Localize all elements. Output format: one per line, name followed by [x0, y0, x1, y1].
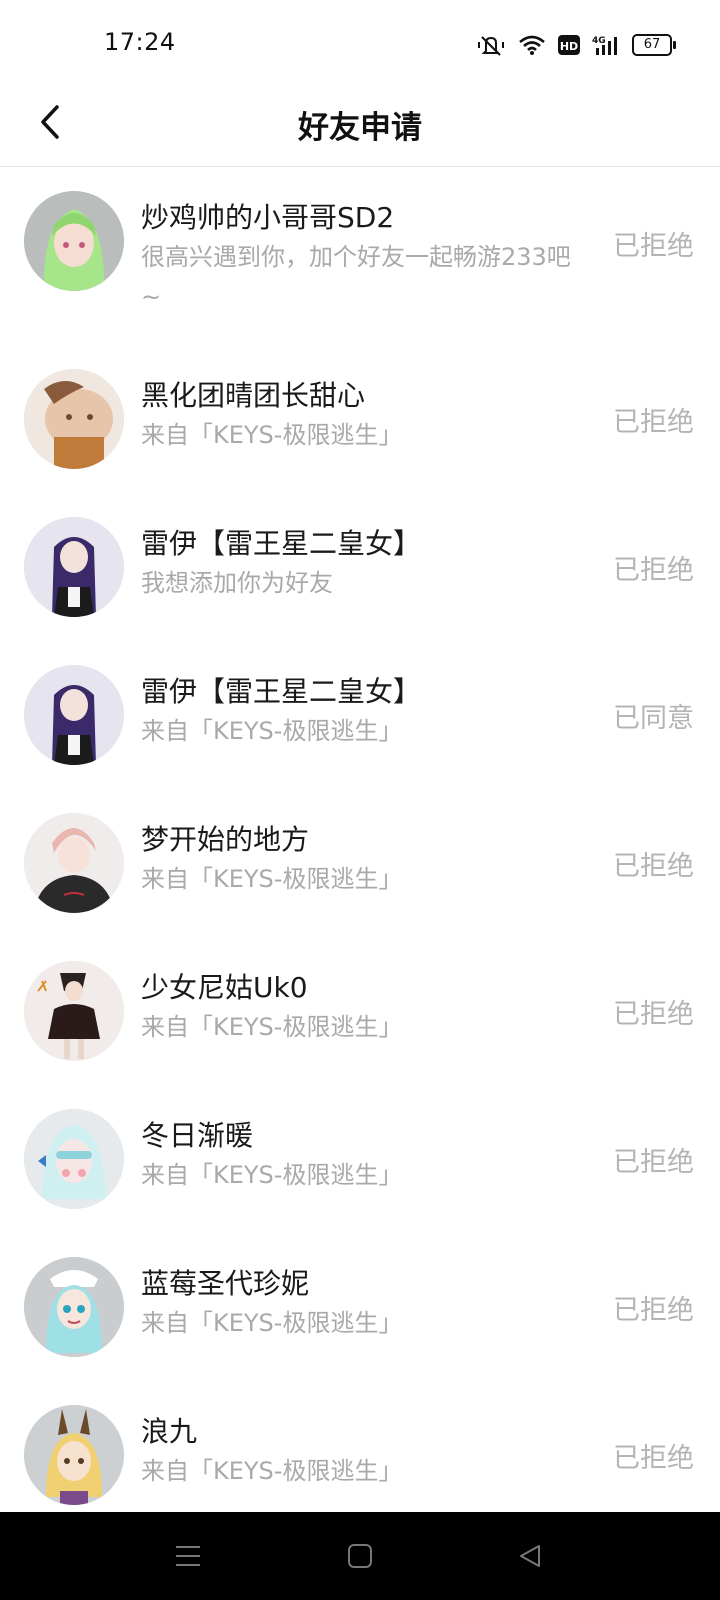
request-row[interactable]: 冬日渐暖 来自「KEYS-极限逃生」 已拒绝 [0, 1085, 720, 1233]
request-name: 雷伊【雷王星二皇女】 [141, 675, 422, 708]
avatar[interactable] [24, 1109, 124, 1209]
request-text: 炒鸡帅的小哥哥SD2 很高兴遇到你，加个好友一起畅游233吧~ [141, 199, 581, 317]
home-button[interactable] [340, 1536, 380, 1576]
request-text: 浪九 来自「KEYS-极限逃生」 [141, 1413, 581, 1491]
request-name: 黑化团晴团长甜心 [141, 379, 366, 412]
request-row[interactable]: 雷伊【雷王星二皇女】 来自「KEYS-极限逃生」 已同意 [0, 641, 720, 789]
hd-icon: HD [558, 35, 580, 55]
avatar[interactable] [24, 1257, 124, 1357]
request-row[interactable]: 黑化团晴团长甜心 来自「KEYS-极限逃生」 已拒绝 [0, 345, 720, 493]
request-message: 来自「KEYS-极限逃生」 [141, 1161, 403, 1189]
request-status: 已拒绝 [613, 999, 694, 1030]
request-name: 雷伊【雷王星二皇女】 [141, 527, 422, 560]
avatar[interactable] [24, 517, 124, 617]
request-name: 梦开始的地方 [141, 823, 310, 856]
status-bar: 17:24 HD 4G 67 [0, 0, 720, 80]
avatar[interactable] [24, 665, 124, 765]
friend-request-list: 炒鸡帅的小哥哥SD2 很高兴遇到你，加个好友一起畅游233吧~ 已拒绝 黑化团晴… [0, 167, 720, 1529]
battery-icon: 67 [632, 34, 676, 56]
request-message: 来自「KEYS-极限逃生」 [141, 865, 403, 893]
request-row[interactable]: 浪九 来自「KEYS-极限逃生」 已拒绝 [0, 1381, 720, 1529]
request-message: 来自「KEYS-极限逃生」 [141, 1457, 403, 1485]
request-status: 已拒绝 [613, 555, 694, 586]
status-time: 17:24 [104, 28, 176, 56]
vibrate-off-icon [476, 33, 506, 57]
menu-icon [176, 1546, 200, 1566]
request-status: 已拒绝 [613, 1147, 694, 1178]
request-row[interactable]: 梦开始的地方 来自「KEYS-极限逃生」 已拒绝 [0, 789, 720, 937]
request-name: 少女尼姑Uk0 [141, 971, 308, 1004]
svg-text:HD: HD [560, 40, 578, 53]
avatar[interactable] [24, 961, 124, 1061]
request-text: 黑化团晴团长甜心 来自「KEYS-极限逃生」 [141, 377, 581, 455]
home-icon [348, 1544, 372, 1568]
request-text: 少女尼姑Uk0 来自「KEYS-极限逃生」 [141, 969, 581, 1047]
request-name: 浪九 [141, 1415, 198, 1448]
avatar[interactable] [24, 813, 124, 913]
request-status: 已拒绝 [613, 231, 694, 262]
request-row[interactable]: 雷伊【雷王星二皇女】 我想添加你为好友 已拒绝 [0, 493, 720, 641]
header: 好友申请 [0, 80, 720, 167]
request-message: 来自「KEYS-极限逃生」 [141, 1309, 403, 1337]
request-message: 来自「KEYS-极限逃生」 [141, 717, 403, 745]
menu-button[interactable] [168, 1536, 208, 1576]
request-message: 我想添加你为好友 [141, 569, 333, 597]
request-name: 冬日渐暖 [141, 1119, 254, 1152]
request-name: 蓝莓圣代珍妮 [141, 1267, 310, 1300]
status-icons: HD 4G 67 [476, 30, 676, 60]
request-message: 很高兴遇到你，加个好友一起畅游233吧~ [141, 243, 571, 311]
request-text: 冬日渐暖 来自「KEYS-极限逃生」 [141, 1117, 581, 1195]
request-status: 已同意 [613, 703, 694, 734]
request-text: 雷伊【雷王星二皇女】 我想添加你为好友 [141, 525, 581, 603]
request-message: 来自「KEYS-极限逃生」 [141, 1013, 403, 1041]
avatar[interactable] [24, 369, 124, 469]
request-status: 已拒绝 [613, 1295, 694, 1326]
svg-text:4G: 4G [592, 36, 606, 46]
request-status: 已拒绝 [613, 851, 694, 882]
request-text: 蓝莓圣代珍妮 来自「KEYS-极限逃生」 [141, 1265, 581, 1343]
request-status: 已拒绝 [613, 407, 694, 438]
request-row[interactable]: 炒鸡帅的小哥哥SD2 很高兴遇到你，加个好友一起畅游233吧~ 已拒绝 [0, 167, 720, 345]
page-title: 好友申请 [298, 110, 422, 146]
avatar[interactable] [24, 1405, 124, 1505]
request-row[interactable]: 少女尼姑Uk0 来自「KEYS-极限逃生」 已拒绝 [0, 937, 720, 1085]
nav-back-button[interactable] [510, 1536, 550, 1576]
request-message: 来自「KEYS-极限逃生」 [141, 421, 403, 449]
system-nav-bar [0, 1512, 720, 1600]
request-text: 梦开始的地方 来自「KEYS-极限逃生」 [141, 821, 581, 899]
wifi-icon [518, 34, 546, 56]
back-icon [520, 1545, 540, 1567]
request-status: 已拒绝 [613, 1443, 694, 1474]
request-row[interactable]: 蓝莓圣代珍妮 来自「KEYS-极限逃生」 已拒绝 [0, 1233, 720, 1381]
request-text: 雷伊【雷王星二皇女】 来自「KEYS-极限逃生」 [141, 673, 581, 751]
signal-4g-icon: 4G [592, 34, 620, 56]
request-name: 炒鸡帅的小哥哥SD2 [141, 201, 395, 234]
avatar[interactable] [24, 191, 124, 291]
